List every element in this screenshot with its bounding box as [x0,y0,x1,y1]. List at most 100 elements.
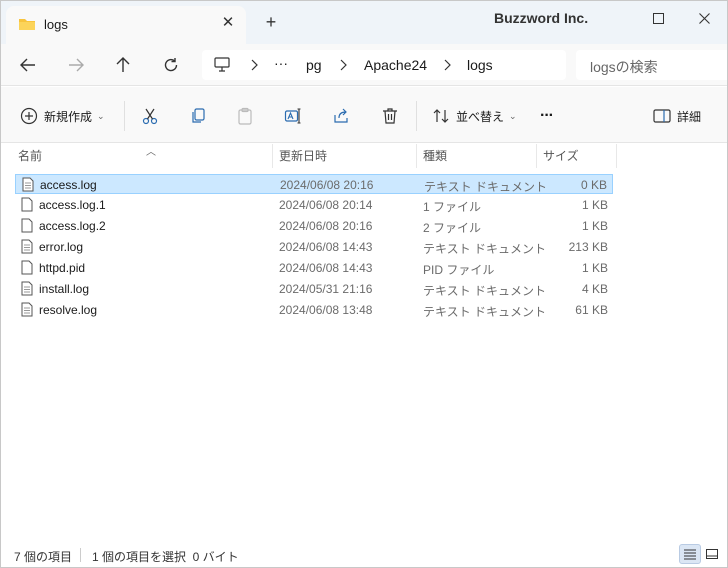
up-button[interactable] [109,52,137,78]
refresh-button[interactable] [157,52,185,78]
breadcrumb-logs[interactable]: logs [467,57,493,73]
share-button[interactable] [332,103,350,129]
copy-button[interactable] [189,103,207,129]
details-button-label: 詳細 [677,109,702,124]
rename-icon [284,108,301,124]
column-header-date[interactable]: 更新日時 [273,144,417,168]
watermark-text: Buzzword Inc. [494,10,589,26]
tiles-view-icon [706,549,718,559]
breadcrumb-overflow[interactable]: ··· [274,55,288,71]
file-size: 1 KB [581,198,608,212]
document-icon [21,302,33,320]
tab-logs[interactable]: logs ✕ [6,6,246,44]
sort-caret-icon: ︿ [146,147,156,158]
details-button[interactable]: 詳細 [653,103,701,129]
document-icon [22,177,34,195]
new-button-label: 新規作成 [44,109,93,124]
file-name: access.log [40,178,97,192]
file-size: 213 KB [568,240,608,254]
document-icon [21,218,33,236]
column-type-label: 種類 [423,149,448,163]
tab-title: logs [44,17,68,32]
sort-button[interactable]: 並べ替え ⌄ [432,103,517,129]
breadcrumb-apache24[interactable]: Apache24 [364,57,427,73]
file-row[interactable]: access.log.1 2024/06/08 20:14 1 ファイル 1 KB [15,195,613,215]
address-bar[interactable]: ··· pg Apache24 logs [202,50,566,80]
column-header-size[interactable]: サイズ [537,144,617,168]
file-type: テキスト ドキュメント [423,242,546,256]
chevron-down-icon: ⌄ [509,110,517,121]
document-icon [21,239,33,257]
status-bar: 7 個の項目 1 個の項目を選択 0 バイト [0,540,728,568]
file-name: httpd.pid [39,261,86,275]
new-button[interactable]: 新規作成 ⌄ [20,103,105,129]
column-header-name[interactable]: 名前 ︿ [12,144,273,168]
file-row[interactable]: install.log 2024/05/31 21:16 テキスト ドキュメント 4 … [15,279,613,299]
file-type: 2 ファイル [423,221,482,235]
file-name: access.log.1 [39,198,106,212]
sort-button-label: 並べ替え [456,109,505,124]
file-size: 0 KB [580,178,607,192]
maximize-icon [652,12,664,24]
clipboard-icon [238,107,252,125]
column-date-label: 更新日時 [279,149,328,163]
cut-button[interactable] [141,103,159,129]
toolbar-divider [124,101,125,131]
item-count-text: 7 個の項目 [14,550,73,564]
chevron-right-icon [444,59,451,71]
file-date: 2024/06/08 20:16 [279,219,373,233]
file-date: 2024/06/08 14:43 [279,261,373,275]
arrow-right-icon [69,58,84,72]
details-view-button[interactable] [679,544,701,564]
file-size: 61 KB [575,303,608,317]
forward-button[interactable] [62,52,90,78]
scissors-icon [142,108,158,125]
selection-text: 1 個の項目を選択 0 バイト [92,550,239,564]
title-bar: logs ✕ + Buzzword Inc. [0,0,728,44]
breadcrumb-pg[interactable]: pg [306,57,322,73]
paste-button[interactable] [236,103,254,129]
search-placeholder: logsの検索 [590,59,658,75]
new-tab-button[interactable]: + [262,13,280,31]
navigation-bar: ··· pg Apache24 logs logsの検索 [0,44,728,86]
document-icon [21,260,33,278]
file-name: install.log [39,282,90,296]
document-icon [21,281,33,299]
plus-circle-icon [20,107,38,125]
command-bar: 新規作成 ⌄ 並べ替え ⌄ ··· 詳細 [0,87,728,143]
file-row[interactable]: access.log 2024/06/08 20:16 テキスト ドキュメント 0 K… [15,174,613,194]
delete-button[interactable] [381,103,399,129]
file-row[interactable]: access.log.2 2024/06/08 20:16 2 ファイル 1 KB [15,216,613,236]
file-name: access.log.2 [39,219,106,233]
arrow-up-icon [116,57,130,72]
list-view-icon [684,549,696,560]
file-size: 1 KB [581,261,608,275]
file-size: 1 KB [581,219,608,233]
trash-icon [383,108,397,124]
copy-icon [192,108,205,123]
search-box[interactable]: logsの検索 [576,50,728,80]
folder-icon [18,16,36,35]
maximize-button[interactable] [638,4,678,32]
column-header-type[interactable]: 種類 [417,144,537,168]
chevron-down-icon: ⌄ [97,110,105,121]
file-row[interactable]: resolve.log 2024/06/08 13:48 テキスト ドキュメント 61… [15,300,613,320]
file-row[interactable]: error.log 2024/06/08 14:43 テキスト ドキュメント 213 … [15,237,613,257]
rename-button[interactable] [284,103,302,129]
details-pane-icon [653,109,671,123]
file-name: resolve.log [39,303,98,317]
close-window-button[interactable] [684,4,724,32]
tiles-view-button[interactable] [701,544,723,564]
close-tab-icon[interactable]: ✕ [220,15,236,31]
more-options-button[interactable]: ··· [540,103,554,129]
document-icon [21,197,33,215]
file-date: 2024/06/08 13:48 [279,303,373,317]
file-date: 2024/06/08 20:16 [280,178,374,192]
file-name: error.log [39,240,84,254]
file-list: 名前 ︿ 更新日時 種類 サイズ access.log 2024/06/08 20… [0,144,728,540]
back-button[interactable] [14,52,42,78]
file-date: 2024/06/08 14:43 [279,240,373,254]
column-size-label: サイズ [543,149,579,163]
file-row[interactable]: httpd.pid 2024/06/08 14:43 PID ファイル 1 KB [15,258,613,278]
file-type: テキスト ドキュメント [423,305,546,319]
